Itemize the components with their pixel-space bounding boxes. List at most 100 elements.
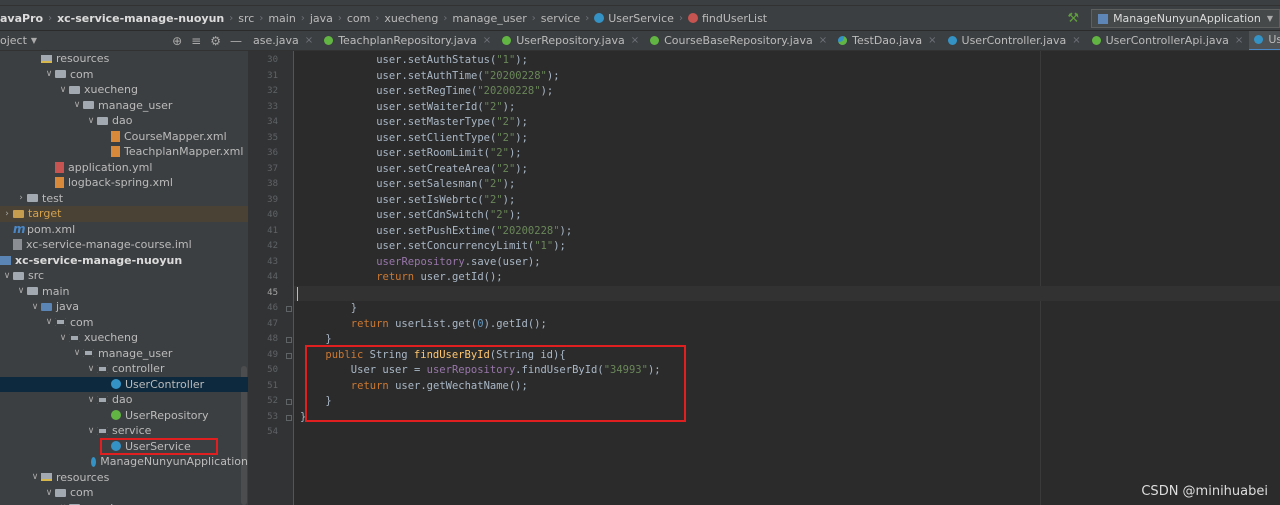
- tree-item[interactable]: resources: [0, 51, 248, 67]
- tree-item[interactable]: ManageNunyunApplication: [0, 454, 248, 470]
- fold-marker-icon[interactable]: [286, 337, 292, 343]
- editor-tab[interactable]: UserControllerApi.java ×: [1087, 31, 1250, 50]
- expand-arrow-icon[interactable]: ∨: [71, 348, 83, 358]
- run-configuration-selector[interactable]: ManageNunyunApplication ▼: [1091, 9, 1280, 28]
- tree-item[interactable]: ∨ src: [0, 268, 248, 284]
- code-line[interactable]: user.setAuthTime("20200228");: [376, 69, 559, 85]
- code-line[interactable]: userRepository.save(user);: [376, 255, 540, 271]
- breadcrumb-item[interactable]: java: [310, 12, 333, 25]
- tree-item[interactable]: ∨ resources: [0, 470, 248, 486]
- breadcrumb-item[interactable]: findUserList: [687, 12, 767, 25]
- code-line[interactable]: user.setCreateArea("2");: [376, 162, 528, 178]
- breadcrumb-item[interactable]: src: [238, 12, 254, 25]
- expand-arrow-icon[interactable]: ∨: [43, 488, 55, 498]
- breadcrumb-item[interactable]: xuecheng: [384, 12, 438, 25]
- code-line[interactable]: user.setRoomLimit("2");: [376, 146, 521, 162]
- breadcrumb-item[interactable]: avaPro: [0, 12, 43, 25]
- expand-arrow-icon[interactable]: ∨: [43, 317, 55, 327]
- editor-tab[interactable]: UserController.java ×: [943, 31, 1087, 50]
- close-tab-icon[interactable]: ×: [1072, 35, 1080, 46]
- code-line[interactable]: user.setIsWebrtc("2");: [376, 193, 515, 209]
- breadcrumb-item[interactable]: xc-service-manage-nuoyun: [57, 12, 224, 25]
- expand-arrow-icon[interactable]: ∨: [85, 116, 97, 126]
- settings-gear-icon[interactable]: ⚙: [210, 34, 221, 48]
- tree-item[interactable]: ∨ manage_user: [0, 98, 248, 114]
- expand-arrow-icon[interactable]: ∨: [1, 271, 13, 281]
- breadcrumb-item[interactable]: UserService: [594, 12, 674, 25]
- code-line[interactable]: user.setSalesman("2");: [376, 177, 515, 193]
- code-line[interactable]: return userList.get(0).getId();: [351, 317, 547, 333]
- expand-arrow-icon[interactable]: ∨: [85, 364, 97, 374]
- tree-item[interactable]: logback-spring.xml: [0, 175, 248, 191]
- tree-item[interactable]: ∨xuecheng: [0, 82, 248, 98]
- expand-arrow-icon[interactable]: ∨: [15, 286, 27, 296]
- tree-item[interactable]: xc-service-manage-course.iml: [0, 237, 248, 253]
- tree-item[interactable]: ∨ com: [0, 315, 248, 331]
- tree-item[interactable]: ∨ main: [0, 284, 248, 300]
- expand-arrow-icon[interactable]: ∨: [57, 85, 69, 95]
- code-line[interactable]: }: [351, 301, 357, 317]
- expand-arrow-icon[interactable]: ∨: [29, 472, 41, 482]
- code-line[interactable]: user.setConcurrencyLimit("1");: [376, 239, 566, 255]
- close-tab-icon[interactable]: ×: [483, 35, 491, 46]
- breadcrumb-item[interactable]: com: [347, 12, 371, 25]
- close-tab-icon[interactable]: ×: [1235, 35, 1243, 46]
- collapse-arrow-icon[interactable]: ›: [15, 193, 27, 203]
- expand-arrow-icon[interactable]: ∨: [71, 100, 83, 110]
- close-tab-icon[interactable]: ×: [631, 35, 639, 46]
- code-editor[interactable]: user.setAuthStatus("1"); user.setAuthTime…: [294, 51, 1280, 505]
- tree-item[interactable]: ∨ manage_user: [0, 346, 248, 362]
- expand-arrow-icon[interactable]: ∨: [57, 333, 69, 343]
- tree-item[interactable]: ∨ dao: [0, 392, 248, 408]
- code-line[interactable]: user.setRegTime("20200228");: [376, 84, 553, 100]
- editor-tab[interactable]: ase.java ×: [248, 31, 319, 50]
- tree-item[interactable]: UserRepository: [0, 408, 248, 424]
- tree-item[interactable]: ∨xuecheng: [0, 501, 248, 505]
- expand-arrow-icon[interactable]: ∨: [85, 395, 97, 405]
- hide-panel-icon[interactable]: —: [230, 34, 242, 48]
- close-tab-icon[interactable]: ×: [819, 35, 827, 46]
- expand-arrow-icon[interactable]: ∨: [43, 69, 55, 79]
- tree-item[interactable]: xc-service-manage-nuoyun: [0, 253, 248, 269]
- tree-item[interactable]: › target: [0, 206, 248, 222]
- breadcrumb-item[interactable]: manage_user: [452, 12, 526, 25]
- collapse-arrow-icon[interactable]: ›: [1, 209, 13, 219]
- locate-icon[interactable]: ⊕: [172, 34, 182, 48]
- editor-tab[interactable]: TeachplanRepository.java ×: [319, 31, 497, 50]
- code-line[interactable]: user.setAuthStatus("1");: [376, 53, 528, 69]
- tree-item[interactable]: application.yml: [0, 160, 248, 176]
- tree-item[interactable]: ∨ dao: [0, 113, 248, 129]
- close-tab-icon[interactable]: ×: [928, 35, 936, 46]
- fold-marker-icon[interactable]: [286, 399, 292, 405]
- collapse-all-icon[interactable]: ≡: [191, 34, 201, 48]
- tree-item[interactable]: TeachplanMapper.xml: [0, 144, 248, 160]
- close-tab-icon[interactable]: ×: [305, 35, 313, 46]
- code-line[interactable]: return user.getId();: [376, 270, 502, 286]
- expand-arrow-icon[interactable]: ∨: [29, 302, 41, 312]
- editor-tab[interactable]: UserService.java×: [1249, 31, 1280, 50]
- code-line[interactable]: user.setMasterType("2");: [376, 115, 528, 131]
- fold-marker-icon[interactable]: [286, 414, 292, 421]
- expand-arrow-icon[interactable]: ∨: [85, 426, 97, 436]
- build-hammer-icon[interactable]: ⚒: [1067, 11, 1079, 26]
- code-line[interactable]: user.setCdnSwitch("2");: [376, 208, 521, 224]
- project-panel-title[interactable]: oject: [0, 34, 27, 47]
- breadcrumb-item[interactable]: service: [541, 12, 580, 25]
- editor-tab[interactable]: TestDao.java ×: [833, 31, 942, 50]
- breadcrumb-item[interactable]: main: [268, 12, 295, 25]
- tree-item[interactable]: › test: [0, 191, 248, 207]
- fold-marker-icon[interactable]: [286, 306, 292, 312]
- tree-item[interactable]: ∨ service: [0, 423, 248, 439]
- tree-item[interactable]: ∨ java: [0, 299, 248, 315]
- tree-item[interactable]: CourseMapper.xml: [0, 129, 248, 145]
- code-line[interactable]: user.setPushExtime("20200228");: [376, 224, 572, 240]
- editor-tab[interactable]: UserRepository.java ×: [497, 31, 645, 50]
- tree-item[interactable]: ∨ com: [0, 67, 248, 83]
- fold-marker-icon[interactable]: [286, 352, 292, 359]
- editor-tab[interactable]: CourseBaseRepository.java ×: [645, 31, 833, 50]
- tree-item[interactable]: ∨ controller: [0, 361, 248, 377]
- tree-item[interactable]: ∨ com: [0, 485, 248, 501]
- tree-item[interactable]: ∨xuecheng: [0, 330, 248, 346]
- tree-item[interactable]: m pom.xml: [0, 222, 248, 238]
- tree-item[interactable]: UserController: [0, 376, 248, 392]
